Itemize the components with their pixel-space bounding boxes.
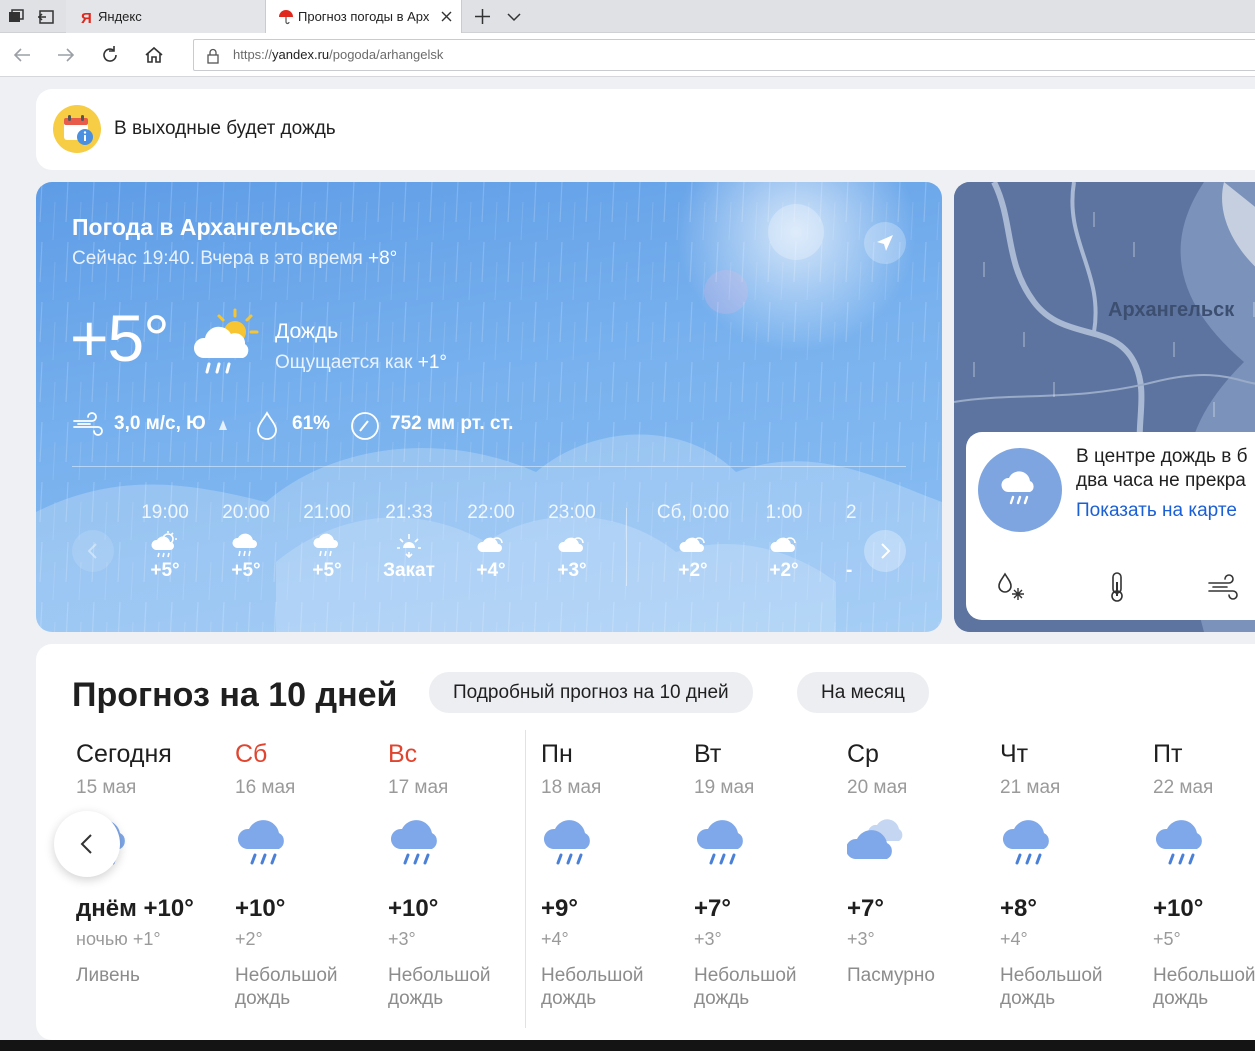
hour-item: 22:00 +4° — [467, 502, 515, 581]
hour-item: Сб, 0:00 +2° — [656, 502, 730, 581]
map-city-label: Архангельск — [1108, 299, 1235, 321]
sun-rain-icon — [151, 531, 177, 558]
tab-weather[interactable]: Прогноз погоды в Арх — [266, 0, 462, 33]
hour-item: 1:00 +2° — [765, 502, 803, 581]
sunset-icon — [397, 534, 421, 558]
home-icon[interactable] — [143, 44, 165, 66]
rain-icon — [1001, 471, 1034, 505]
wind-direction-icon — [219, 420, 227, 430]
forecast-day[interactable]: Чт 21 мая +8° +4° Небольшой дождь — [1000, 740, 1150, 1010]
svg-text:Я: Я — [81, 10, 92, 25]
chevron-right-icon — [881, 543, 891, 559]
tabs-aside-icon[interactable] — [36, 7, 56, 27]
hourly-next-button[interactable] — [864, 530, 906, 572]
feels-like: Ощущается как +1° — [275, 352, 447, 373]
humidity-metric: 61% — [254, 410, 354, 440]
cloud-icon — [477, 537, 503, 552]
rain-cloud-icon — [696, 820, 743, 865]
rain-cloud-icon — [1155, 820, 1202, 865]
url-text: https://yandex.ru/pogoda/arhangelsk — [233, 47, 444, 62]
rain-cloud-icon — [237, 820, 284, 865]
hour-item: 2- — [846, 502, 857, 581]
wind-metric: 3,0 м/с, Ю — [72, 410, 252, 440]
hour-item: 20:00 +5° — [222, 502, 270, 581]
current-subtitle: Сейчас 19:40. Вчера в это время +8° — [72, 248, 398, 269]
back-icon[interactable] — [11, 44, 33, 66]
rain-cloud-icon — [390, 820, 437, 865]
tab-yandex[interactable]: Я Яндекс — [66, 0, 266, 33]
forecast-prev-button[interactable] — [54, 811, 120, 877]
lock-icon — [207, 48, 219, 64]
new-tab-icon[interactable] — [474, 8, 491, 25]
chevron-down-icon[interactable] — [506, 10, 522, 24]
forecast-day[interactable]: Пт 22 мая +10° +5° Небольшой дождь — [1153, 740, 1255, 1010]
location-button[interactable] — [864, 222, 906, 264]
pressure-metric: 752 мм рт. ст. — [349, 410, 549, 440]
nowcast-text: В центре дождь в б два часа не прекра — [1076, 446, 1248, 491]
month-forecast-button[interactable]: На месяц — [797, 672, 929, 713]
tab-label: Прогноз погоды в Арх — [298, 9, 430, 24]
nowcast-card: В центре дождь в б два часа не прекра Пок… — [966, 432, 1255, 620]
divider — [72, 466, 906, 467]
hour-item: 21:00 +5° — [303, 502, 351, 581]
thermometer-icon[interactable] — [1100, 570, 1134, 604]
yandex-logo-icon: Я — [81, 10, 92, 25]
tab-actions-icon[interactable] — [6, 7, 26, 27]
rain-cloud-icon — [543, 820, 590, 865]
precipitation-icon[interactable] — [994, 570, 1028, 604]
cloud-icon — [679, 537, 705, 552]
cloud-icon — [558, 537, 584, 552]
browser-tab-bar: Я Яндекс Прогноз погоды в Арх — [0, 0, 1255, 33]
detailed-forecast-button[interactable]: Подробный прогноз на 10 дней — [429, 672, 753, 713]
close-tab-icon[interactable] — [440, 10, 453, 23]
current-weather-card: Погода в Архангельске Сейчас 19:40. Вчер… — [36, 182, 942, 632]
overcast-icon — [847, 819, 903, 859]
forecast-day[interactable]: Ср 20 мая +7° +3° Пасмурно — [847, 740, 997, 987]
forecast-day[interactable]: Пн 18 мая +9° +4° Небольшой дождь — [541, 740, 691, 1010]
forecast-day[interactable]: Вт 19 мая +7° +3° Небольшой дождь — [694, 740, 844, 1010]
current-condition: Дождь — [275, 320, 339, 343]
hour-item: 23:00 +3° — [548, 502, 596, 581]
weather-alert[interactable]: В выходные будет дождь — [36, 89, 1255, 170]
cloud-icon — [770, 537, 796, 552]
humidity-icon — [257, 411, 277, 440]
ten-day-forecast: Прогноз на 10 дней Подробный прогноз на … — [36, 644, 1255, 1040]
calendar-info-icon — [53, 105, 101, 153]
forecast-day[interactable]: Вс 17 мая +10° +3° Небольшой дождь — [388, 740, 538, 1010]
day-divider — [626, 508, 627, 586]
page-title: Погода в Архангельске — [72, 214, 338, 240]
wind-icon — [73, 412, 103, 436]
umbrella-icon — [279, 10, 293, 25]
rain-icon — [313, 533, 338, 557]
wind-icon[interactable] — [1206, 570, 1240, 604]
pressure-gauge-icon — [351, 412, 379, 440]
forecast-title: Прогноз на 10 дней — [72, 676, 398, 714]
chevron-left-icon — [80, 834, 92, 854]
precipitation-map[interactable]: Архангельск В центре дождь в б два часа н… — [954, 182, 1255, 632]
show-on-map-link[interactable]: Показать на карте — [1076, 500, 1237, 522]
rain-circle — [978, 448, 1062, 532]
rain-icon — [232, 533, 257, 557]
forecast-day[interactable]: Сб 16 мая +10° +2° Небольшой дождь — [235, 740, 385, 1010]
rain-cloud-icon — [1002, 820, 1049, 865]
refresh-icon[interactable] — [99, 44, 121, 66]
hour-item: 19:00 +5° — [141, 502, 189, 581]
navigation-arrow-icon — [877, 235, 893, 251]
os-taskbar — [0, 1040, 1255, 1051]
forward-icon[interactable] — [55, 44, 77, 66]
tab-label: Яндекс — [98, 9, 142, 24]
current-temperature: +5° — [70, 301, 170, 375]
alert-text: В выходные будет дождь — [114, 118, 336, 139]
hourly-forecast: 19:00 +5° 20:00 +5° 21:00 +5° 21:33 Закат 22… — [36, 502, 942, 602]
hour-item: 21:33 Закат — [383, 502, 435, 581]
address-bar: https://yandex.ru/pogoda/arhangelsk — [0, 33, 1255, 77]
partly-sunny-rain-icon — [193, 308, 259, 374]
url-field[interactable]: https://yandex.ru/pogoda/arhangelsk — [193, 39, 1255, 71]
